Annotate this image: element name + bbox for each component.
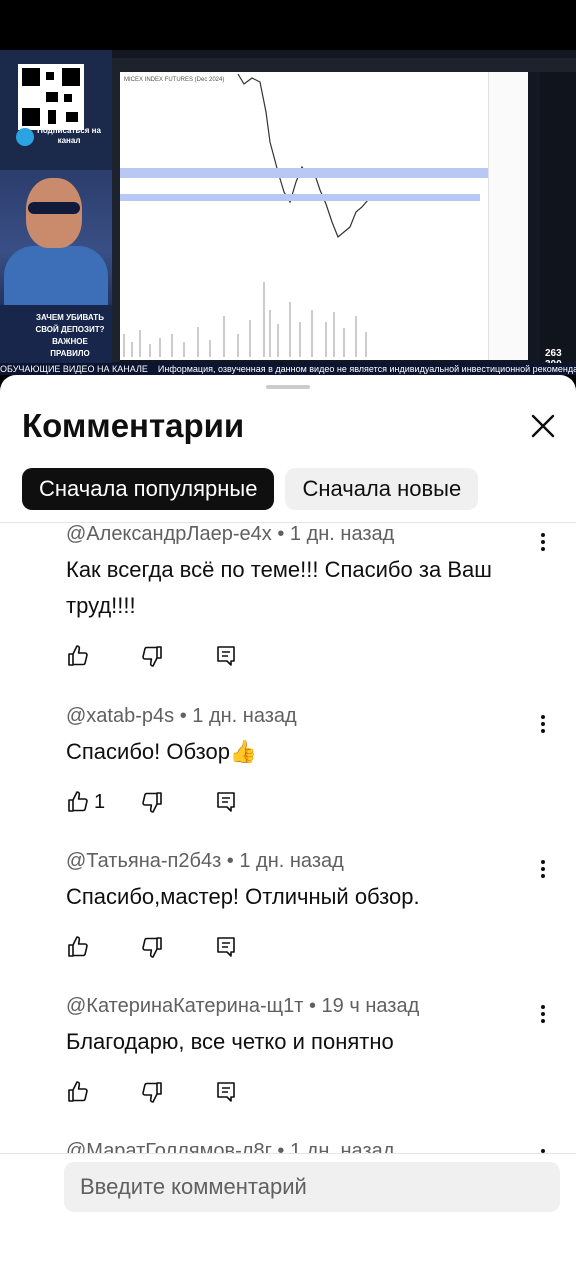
close-button[interactable] — [526, 409, 560, 443]
like-button[interactable] — [66, 935, 140, 959]
comment-meta: @АлександрЛаер-е4х • 1 дн. назад — [66, 523, 395, 545]
comment-input[interactable]: Введите комментарий — [64, 1162, 560, 1212]
drag-handle[interactable] — [266, 385, 310, 389]
promo-text: ЗАЧЕМ УБИВАТЬ СВОЙ ДЕПОЗИТ? ВАЖНОЕ ПРАВИ… — [35, 313, 105, 358]
comment-text: Спасибо,мастер! Отличный обзор. — [66, 884, 420, 909]
presenter-shirt — [4, 246, 108, 306]
like-button[interactable] — [66, 1080, 140, 1104]
thumbs-up-icon — [68, 1081, 88, 1102]
dislike-button[interactable] — [140, 644, 214, 668]
chart-level-band — [120, 168, 488, 178]
comment-actions — [66, 1080, 556, 1104]
chart-symbol: MICEX INDEX FUTURES (Dec 2024) — [124, 77, 224, 83]
comment-actions — [66, 935, 556, 959]
comment-item: @xatab-p4s • 1 дн. назад Спасибо! Обзор👍… — [66, 705, 556, 814]
sheet-title: Комментарии — [22, 407, 245, 444]
like-count: 1 — [94, 790, 106, 813]
thumbs-down-icon — [142, 792, 162, 813]
thumbs-down-icon — [142, 937, 162, 958]
comment-author[interactable]: @МаратГоллямов-л8г — [66, 1140, 272, 1153]
thumbs-down-icon — [142, 1082, 162, 1103]
comment-item: @МаратГоллямов-л8г • 1 дн. назад — [66, 1140, 556, 1153]
thumbs-down-icon — [142, 646, 162, 667]
ticker-left: ОБУЧАЮЩИЕ ВИДЕО НА КАНАЛЕ — [0, 364, 148, 374]
comment-item: @КатеринаКатерина-щ1т • 19 ч назад Благо… — [66, 995, 556, 1104]
thumbs-up-icon — [68, 645, 88, 666]
telegram-icon — [16, 128, 34, 146]
comment-author[interactable]: @КатеринаКатерина-щ1т — [66, 995, 303, 1017]
comment-actions — [66, 644, 556, 668]
comment-text: Спасибо! Обзор👍 — [66, 739, 258, 764]
comment-item: @АлександрЛаер-е4х • 1 дн. назад Как все… — [66, 523, 556, 668]
comment-more-button[interactable] — [540, 1003, 546, 1025]
comment-text: Как всегда всё по теме!!! Спасибо за Ваш… — [66, 557, 492, 618]
price-scale — [488, 72, 528, 360]
comment-input-bar: Введите комментарий — [0, 1153, 576, 1280]
comment-meta: @КатеринаКатерина-щ1т • 19 ч назад — [66, 995, 420, 1017]
presenter-glasses — [28, 202, 80, 214]
chart-drawing-tools — [112, 72, 120, 362]
comment-meta: @Татьяна-п2б4з • 1 дн. назад — [66, 850, 344, 872]
reply-icon — [217, 1082, 235, 1102]
dislike-button[interactable] — [140, 1080, 214, 1104]
reply-button[interactable] — [214, 790, 288, 814]
ticker-right: Информация, озвученная в данном видео не… — [157, 364, 576, 374]
comment-more-button[interactable] — [540, 531, 546, 553]
watchlist-panel — [540, 72, 576, 362]
comment-author[interactable]: @xatab-p4s — [66, 705, 174, 727]
thumbs-up-icon — [68, 791, 88, 812]
comment-actions: 1 — [66, 790, 556, 814]
chip-top-comments[interactable]: Сначала популярные — [22, 468, 275, 510]
comment-time: 1 дн. назад — [192, 705, 297, 727]
reply-button[interactable] — [214, 1080, 288, 1104]
comment-more-button[interactable] — [540, 713, 546, 735]
dislike-button[interactable] — [140, 935, 214, 959]
comment-author[interactable]: @Татьяна-п2б4з — [66, 850, 221, 872]
chip-newest-first[interactable]: Сначала новые — [285, 468, 479, 510]
like-button[interactable]: 1 — [66, 790, 140, 814]
comment-meta: @МаратГоллямов-л8г • 1 дн. назад — [66, 1140, 556, 1153]
reply-button[interactable] — [214, 644, 288, 668]
reply-icon — [217, 792, 235, 812]
comment-meta: @xatab-p4s • 1 дн. назад — [66, 705, 297, 727]
comment-text: Благодарю, все четко и понятно — [66, 1029, 394, 1054]
subscribe-label: Подписаться на канал — [37, 126, 101, 145]
like-button[interactable] — [66, 644, 140, 668]
comment-time: 19 ч назад — [321, 995, 420, 1017]
comment-time: 1 дн. назад — [239, 850, 344, 872]
price-chart: MICEX INDEX FUTURES (Dec 2024) — [120, 72, 528, 360]
comments-sheet: Комментарии Сначала популярные Сначала н… — [0, 375, 576, 1280]
reply-icon — [217, 937, 235, 957]
comment-time: 1 дн. назад — [289, 523, 395, 545]
chart-level-band — [120, 194, 480, 201]
sort-chips: Сначала популярные Сначала новые — [22, 468, 479, 510]
chart-toolbar — [112, 58, 576, 72]
thumbs-up-icon — [68, 936, 88, 957]
news-ticker: ОБУЧАЮЩИЕ ВИДЕО НА КАНАЛЕ Информация, оз… — [0, 363, 576, 375]
comments-list[interactable]: @АлександрЛаер-е4х • 1 дн. назад Как все… — [0, 523, 576, 1153]
comment-more-button[interactable] — [540, 858, 546, 880]
close-icon — [531, 414, 555, 438]
reply-button[interactable] — [214, 935, 288, 959]
reply-icon — [217, 646, 235, 666]
dislike-button[interactable] — [140, 790, 214, 814]
comment-item: @Татьяна-п2б4з • 1 дн. назад Спасибо,мас… — [66, 850, 556, 959]
comment-time: 1 дн. назад — [290, 1140, 395, 1153]
video-player[interactable]: MICEX INDEX FUTURES (Dec 2024) 263 300 — [0, 50, 576, 375]
comment-author[interactable]: @АлександрЛаер-е4х — [66, 523, 272, 545]
qr-code — [18, 64, 84, 130]
